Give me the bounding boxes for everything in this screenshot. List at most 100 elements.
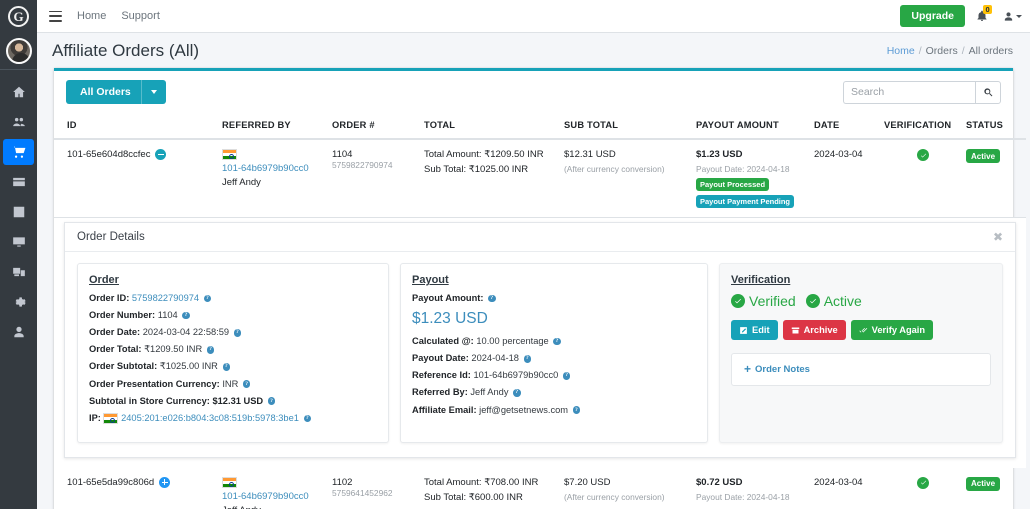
sidebar-item-home[interactable]	[3, 79, 34, 105]
value-order-id[interactable]: 5759822790974	[132, 293, 199, 303]
add-order-notes-button[interactable]: + Order Notes	[744, 363, 810, 375]
label-ip: IP:	[89, 412, 101, 423]
orders-table: ID REFERRED BY ORDER # TOTAL SUB TOTAL P…	[54, 113, 1026, 509]
breadcrumb-home[interactable]: Home	[887, 45, 915, 57]
brand-logo-text: G	[8, 6, 29, 27]
filter-dropdown[interactable]: All Orders	[66, 80, 166, 104]
value-ip[interactable]: 2405:201:e026:b804:3c08:519b:5978:3be1	[121, 413, 299, 423]
plus-icon: +	[744, 362, 752, 376]
referred-by-name: Jeff Andy	[222, 177, 261, 189]
payout-box-heading: Payout	[412, 274, 449, 286]
info-icon[interactable]: ?	[562, 372, 571, 380]
value-referred-by: Jeff Andy	[470, 387, 509, 398]
info-icon[interactable]: ?	[267, 397, 276, 405]
field-order-number: Order Number: 1104 ?	[89, 310, 377, 322]
edit-button[interactable]: Edit	[731, 320, 778, 340]
field-order-subtotal: Order Subtotal: ₹1025.00 INR ?	[89, 361, 377, 373]
status-active: Active	[805, 293, 862, 309]
info-icon[interactable]: ?	[523, 355, 532, 363]
search-button[interactable]	[975, 80, 1001, 104]
sidebar-item-settings[interactable]	[3, 289, 34, 315]
info-icon[interactable]: ?	[303, 414, 312, 423]
field-order-date: Order Date: 2024-03-04 22:58:59 ?	[89, 327, 377, 339]
field-affiliate-email: Affiliate Email: jeff@getsetnews.com ?	[412, 405, 696, 417]
table-row[interactable]: 101-65e5da99c806d 101-64b6979b90cc0 Jeff…	[54, 468, 1026, 509]
info-icon[interactable]: ?	[572, 406, 581, 414]
upgrade-button[interactable]: Upgrade	[900, 5, 965, 27]
verified-check-icon	[917, 149, 929, 161]
info-icon[interactable]: ?	[242, 380, 251, 388]
sidebar-item-display[interactable]	[3, 229, 34, 255]
hamburger-icon[interactable]	[49, 10, 62, 22]
verify-again-button[interactable]: Verify Again	[850, 320, 934, 340]
cell-payout: $0.72 USD Payout Date: 2024-04-18	[696, 468, 814, 509]
field-order-id: Order ID: 5759822790974 ?	[89, 293, 377, 305]
sidebar-item-reports[interactable]	[3, 199, 34, 225]
label-order-subtotal: Order Subtotal:	[89, 361, 158, 372]
filter-dropdown-toggle[interactable]	[140, 80, 166, 104]
value-presentation-currency: INR	[222, 378, 239, 389]
sidebar-item-users[interactable]	[3, 109, 34, 135]
credit-card-icon	[12, 177, 25, 187]
collapse-row-icon[interactable]	[155, 149, 167, 160]
referred-by-link[interactable]: 101-64b6979b90cc0	[222, 491, 309, 502]
info-icon[interactable]: ?	[222, 363, 230, 371]
user-menu-button[interactable]	[1003, 11, 1022, 22]
payout-info-box: Payout Payout Amount: ? $1.23 USD Calcul…	[400, 263, 708, 443]
archive-button[interactable]: Archive	[782, 320, 846, 340]
status-active-label: Active	[823, 293, 862, 309]
info-icon[interactable]: ?	[203, 294, 212, 303]
search-box	[843, 80, 1001, 104]
gear-icon	[15, 297, 26, 307]
badge-payout-processed: Payout Processed	[696, 178, 770, 191]
filter-label-button[interactable]: All Orders	[66, 80, 141, 104]
sidebar-item-orders[interactable]	[3, 139, 34, 165]
total-amount: Total Amount: ₹1209.50 INR	[424, 149, 544, 160]
brand-logo[interactable]: G	[0, 0, 37, 33]
field-payout-amount-label: Payout Amount: ?	[412, 293, 696, 305]
close-icon[interactable]: ✖	[993, 231, 1003, 243]
search-input[interactable]	[843, 80, 975, 104]
sub-total-value: $7.20 USD	[564, 476, 611, 488]
payout-amount: $0.72 USD	[696, 476, 743, 488]
table-body: 101-65e604d8ccfec 101-64b6979b90cc0 Jeff…	[54, 139, 1026, 509]
cell-id: 101-65e604d8ccfec	[54, 139, 222, 218]
sidebar-item-payments[interactable]	[3, 169, 34, 195]
nav-link-support[interactable]: Support	[121, 10, 160, 22]
cell-verification	[884, 139, 966, 218]
cell-order-number: 1102 5759641452962	[332, 468, 424, 509]
info-icon[interactable]: ?	[233, 329, 242, 337]
sidebar-nav	[0, 79, 37, 345]
expand-row-icon[interactable]	[159, 476, 171, 488]
order-details-body: Order Order ID: 5759822790974 ? Order Nu…	[65, 252, 1015, 457]
verified-check-icon	[917, 476, 929, 489]
home-icon	[12, 86, 25, 98]
cell-order-number: 1104 5759822790974	[332, 139, 424, 218]
sidebar-user-panel[interactable]	[0, 33, 37, 70]
value-reference-id: 101-64b6979b90cc0	[473, 370, 559, 381]
sidebar-item-ads[interactable]	[3, 259, 34, 285]
nav-link-home[interactable]: Home	[77, 10, 106, 22]
table-row[interactable]: 101-65e604d8ccfec 101-64b6979b90cc0 Jeff…	[54, 139, 1026, 218]
archive-button-label: Archive	[803, 325, 838, 335]
notifications-button[interactable]: 0	[976, 5, 993, 24]
order-reference-id: 5759641452962	[332, 487, 393, 498]
order-info-box: Order Order ID: 5759822790974 ? Order Nu…	[77, 263, 389, 443]
sidebar-item-account[interactable]	[3, 319, 34, 345]
status-badge: Active	[966, 149, 1001, 163]
label-order-number: Order Number:	[89, 310, 156, 321]
info-icon[interactable]: ?	[206, 346, 215, 354]
referred-by-link[interactable]: 101-64b6979b90cc0	[222, 163, 309, 174]
label-affiliate-email: Affiliate Email:	[412, 404, 477, 415]
breadcrumb: Home / Orders / All orders	[887, 45, 1013, 57]
info-icon[interactable]: ?	[513, 389, 521, 397]
info-icon[interactable]: ?	[182, 311, 190, 320]
breadcrumb-separator: /	[961, 45, 965, 57]
breadcrumb-all-orders: All orders	[968, 45, 1013, 57]
info-icon[interactable]: ?	[488, 294, 496, 303]
chevron-down-icon	[1016, 14, 1022, 18]
info-icon[interactable]: ?	[553, 337, 561, 346]
label-payout-date: Payout Date:	[412, 353, 469, 364]
label-subtotal-store-currency: Subtotal in Store Currency:	[89, 395, 210, 406]
avatar	[5, 38, 32, 64]
